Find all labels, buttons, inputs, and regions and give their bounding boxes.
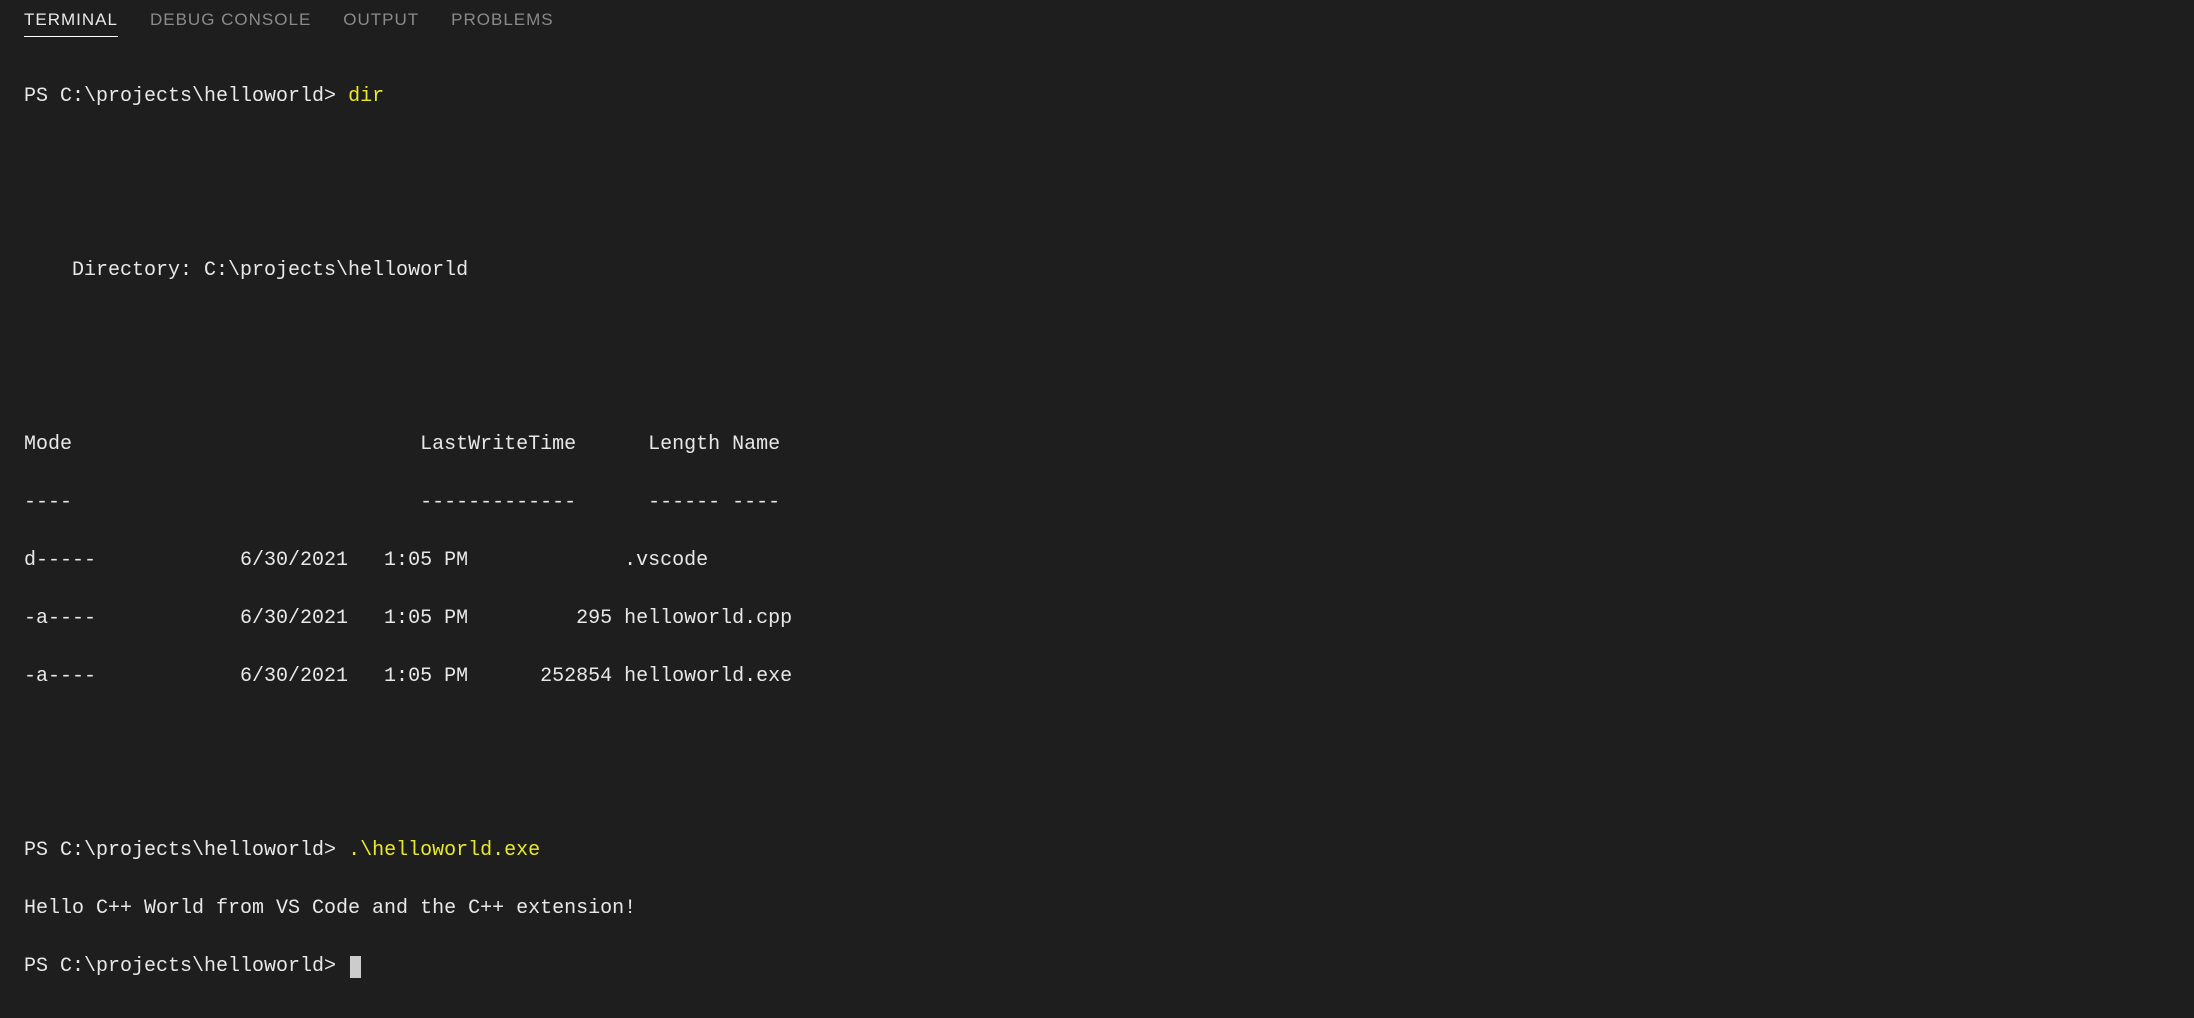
- command-text: .\helloworld.exe: [348, 839, 540, 862]
- prompt: PS C:\projects\helloworld>: [24, 839, 348, 862]
- blank-line: [24, 778, 2170, 807]
- table-divider-row: ---- ------------- ------ ----: [24, 488, 2170, 517]
- tab-output[interactable]: OUTPUT: [343, 10, 419, 37]
- command-line-3: PS C:\projects\helloworld>: [24, 952, 2170, 981]
- table-row: -a---- 6/30/2021 1:05 PM 295 helloworld.…: [24, 604, 2170, 633]
- directory-header: Directory: C:\projects\helloworld: [24, 256, 2170, 285]
- prompt: PS C:\projects\helloworld>: [24, 955, 348, 978]
- cursor-icon: [350, 956, 361, 978]
- panel-tabs: TERMINAL DEBUG CONSOLE OUTPUT PROBLEMS: [0, 0, 2194, 45]
- tab-problems[interactable]: PROBLEMS: [451, 10, 553, 37]
- blank-line: [24, 314, 2170, 343]
- blank-line: [24, 198, 2170, 227]
- table-row: -a---- 6/30/2021 1:05 PM 252854 hellowor…: [24, 662, 2170, 691]
- prompt: PS C:\projects\helloworld>: [24, 85, 348, 108]
- program-output: Hello C++ World from VS Code and the C++…: [24, 894, 2170, 923]
- terminal-output[interactable]: PS C:\projects\helloworld> dir Directory…: [0, 45, 2194, 1018]
- tab-debug-console[interactable]: DEBUG CONSOLE: [150, 10, 311, 37]
- tab-terminal[interactable]: TERMINAL: [24, 10, 118, 37]
- blank-line: [24, 372, 2170, 401]
- table-header-row: Mode LastWriteTime Length Name: [24, 430, 2170, 459]
- command-line-1: PS C:\projects\helloworld> dir: [24, 82, 2170, 111]
- command-text: dir: [348, 85, 384, 108]
- command-line-2: PS C:\projects\helloworld> .\helloworld.…: [24, 836, 2170, 865]
- table-row: d----- 6/30/2021 1:05 PM .vscode: [24, 546, 2170, 575]
- blank-line: [24, 720, 2170, 749]
- blank-line: [24, 140, 2170, 169]
